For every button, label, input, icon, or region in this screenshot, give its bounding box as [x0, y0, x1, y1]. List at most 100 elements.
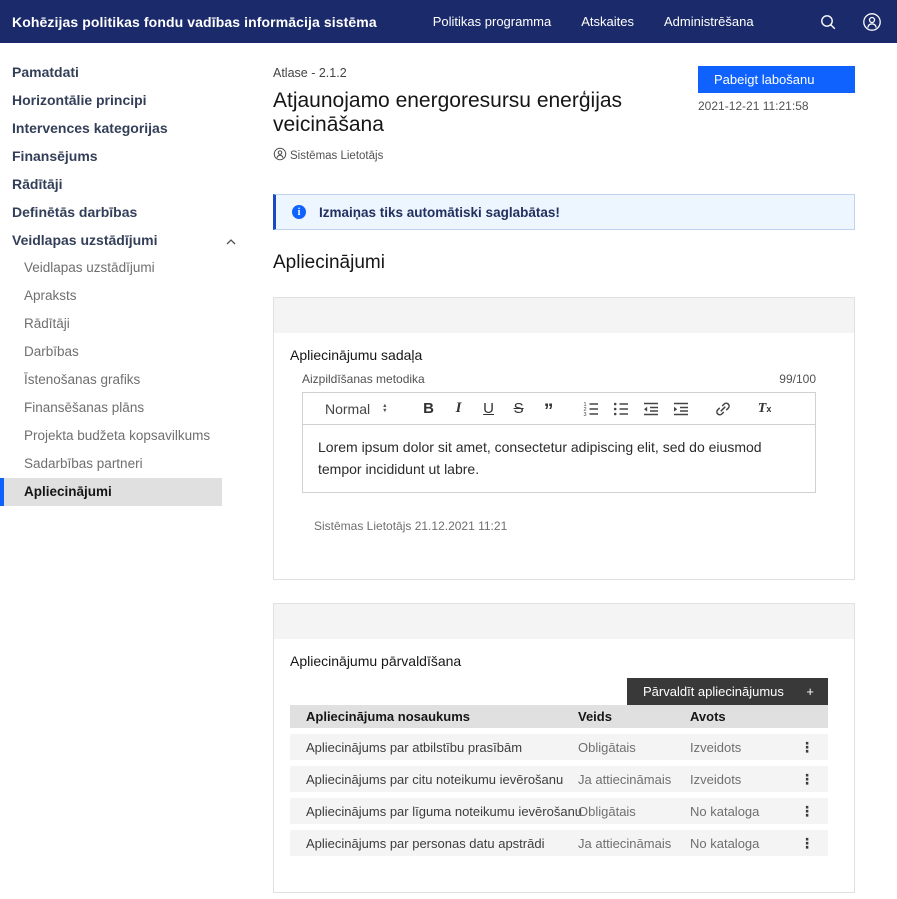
sidebar-subitem-darbibas[interactable]: Darbības: [0, 338, 250, 366]
user-small-icon: [273, 147, 287, 164]
sidebar-subitem-raditaji[interactable]: Rādītāji: [0, 310, 250, 338]
statements-table-zone: Pārvaldīt apliecinājumus + Apliecinājuma…: [290, 678, 828, 856]
sidebar-item-raditaji[interactable]: Rādītāji: [0, 170, 250, 198]
row-kebab-menu-icon[interactable]: ⋮: [800, 835, 814, 851]
column-header-avots: Avots: [682, 709, 786, 724]
menu-atskaites[interactable]: Atskaites: [581, 14, 634, 29]
top-navbar: Kohēzijas politikas fondu vadības inform…: [0, 0, 897, 43]
manage-button-row: Pārvaldīt apliecinājumus +: [290, 678, 828, 705]
sidebar-subitem-apraksts[interactable]: Apraksts: [0, 282, 250, 310]
sidebar-subitem-apliecinajumi[interactable]: Apliecinājumi: [0, 478, 222, 506]
field-label: Aizpildīšanas metodika: [302, 372, 425, 386]
column-header-name: Apliecinājuma nosaukums: [290, 709, 570, 724]
cell-avots: No kataloga: [682, 804, 786, 819]
column-header-veids: Veids: [570, 709, 682, 724]
bold-icon[interactable]: B: [418, 400, 440, 417]
manage-button-label: Pārvaldīt apliecinājumus: [643, 684, 784, 699]
menu-administresana[interactable]: Administrēšana: [664, 14, 754, 29]
sidebar-subitem-sadarbibas-partneri[interactable]: Sadarbības partneri: [0, 450, 250, 478]
strikethrough-icon[interactable]: S: [508, 400, 530, 417]
finish-editing-button[interactable]: Pabeigt labošanu: [698, 66, 855, 93]
cell-veids: Obligātais: [570, 740, 682, 755]
sidebar-item-label: Veidlapas uzstādījumi: [12, 233, 158, 247]
breadcrumb: Atlase - 2.1.2: [273, 66, 698, 80]
editor-toolbar: Normal ▲▼ B I U S ” 123: [303, 393, 815, 425]
sidebar: Pamatdati Horizontālie principi Interven…: [0, 43, 250, 893]
main-content: Atlase - 2.1.2 Atjaunojamo energoresursu…: [250, 43, 897, 893]
char-counter: 99/100: [779, 372, 816, 386]
blockquote-icon[interactable]: ”: [538, 394, 560, 423]
navbar-icons: [819, 12, 882, 32]
select-arrows-icon: ▲▼: [382, 404, 387, 414]
outdent-icon[interactable]: [640, 400, 662, 418]
manage-statements-button[interactable]: Pārvaldīt apliecinājumus +: [627, 678, 828, 705]
info-alert: i Izmaiņas tiks automātiski saglabātas!: [273, 194, 855, 230]
table-row: Apliecinājums par atbilstību prasībām Ob…: [290, 734, 828, 760]
sidebar-item-label: Finansējums: [12, 149, 98, 163]
rich-text-editor: Normal ▲▼ B I U S ” 123: [302, 392, 816, 493]
sidebar-item-finansejums[interactable]: Finansējums: [0, 142, 250, 170]
cell-veids: Ja attiecināmais: [570, 836, 682, 851]
sidebar-item-horizontalie-principi[interactable]: Horizontālie principi: [0, 86, 250, 114]
section-title: Apliecinājumi: [273, 252, 855, 274]
plus-icon: +: [806, 684, 814, 699]
info-icon: i: [292, 205, 306, 219]
sidebar-item-pamatdati[interactable]: Pamatdati: [0, 58, 250, 86]
user-icon[interactable]: [862, 12, 882, 32]
management-section-label: Apliecinājumu pārvaldīšana: [290, 653, 838, 669]
bullet-list-icon[interactable]: [610, 400, 632, 418]
sidebar-item-intervences-kategorijas[interactable]: Intervences kategorijas: [0, 114, 250, 142]
table-row: Apliecinājums par citu noteikumu ievēroš…: [290, 766, 828, 792]
main-menu: Politikas programma Atskaites Administrē…: [433, 14, 754, 29]
sidebar-item-definetas-darbibas[interactable]: Definētās darbības: [0, 198, 250, 226]
field-header: Aizpildīšanas metodika 99/100: [302, 372, 816, 386]
cell-name: Apliecinājums par personas datu apstrādi: [290, 836, 570, 851]
statement-section-label: Apliecinājumu sadaļa: [290, 347, 838, 363]
sidebar-item-veidlapas-uzstadijumi[interactable]: Veidlapas uzstādījumi: [0, 226, 250, 254]
card-body: Apliecinājumu sadaļa Aizpildīšanas metod…: [274, 333, 854, 579]
sidebar-subitem-veidlapas-uzstadijumi[interactable]: Veidlapas uzstādījumi: [0, 254, 250, 282]
row-kebab-menu-icon[interactable]: ⋮: [800, 803, 814, 819]
chevron-up-icon: [226, 233, 236, 247]
table-row: Apliecinājums par personas datu apstrādi…: [290, 830, 828, 856]
row-kebab-menu-icon[interactable]: ⋮: [800, 771, 814, 787]
search-icon[interactable]: [819, 13, 837, 31]
format-select[interactable]: Normal ▲▼: [325, 401, 388, 417]
sidebar-item-label: Definētās darbības: [12, 205, 137, 219]
card-header-band: [274, 298, 854, 333]
table-row: Apliecinājums par līguma noteikumu ievēr…: [290, 798, 828, 824]
cell-name: Apliecinājums par līguma noteikumu ievēr…: [290, 804, 570, 819]
link-icon[interactable]: [712, 400, 734, 418]
page-header-right: Pabeigt labošanu 2021-12-21 11:21:58: [698, 66, 855, 164]
cell-avots: No kataloga: [682, 836, 786, 851]
author-line: Sistēmas Lietotājs: [273, 147, 698, 164]
app-title: Kohēzijas politikas fondu vadības inform…: [12, 14, 377, 30]
italic-icon[interactable]: I: [448, 400, 470, 417]
page-title: Atjaunojamo energoresursu enerģijas veic…: [273, 89, 698, 137]
management-section-card: Apliecinājumu pārvaldīšana Pārvaldīt apl…: [273, 603, 855, 893]
last-saved-timestamp: 2021-12-21 11:21:58: [698, 99, 855, 113]
methodology-field: Aizpildīšanas metodika 99/100 Normal ▲▼ …: [302, 372, 816, 533]
cell-name: Apliecinājums par atbilstību prasībām: [290, 740, 570, 755]
clear-formatting-icon[interactable]: Tx: [754, 401, 776, 417]
menu-politikas-programma[interactable]: Politikas programma: [433, 14, 552, 29]
indent-icon[interactable]: [670, 400, 692, 418]
sidebar-subitem-finansesanas-plans[interactable]: Finansēšanas plāns: [0, 394, 250, 422]
sidebar-subitem-projekta-budzeta-kopsavilkums[interactable]: Projekta budžeta kopsavilkums: [0, 422, 250, 450]
cell-name: Apliecinājums par citu noteikumu ievēroš…: [290, 772, 570, 787]
cell-avots: Izveidots: [682, 740, 786, 755]
sidebar-item-label: Rādītāji: [12, 177, 63, 191]
page-header: Atlase - 2.1.2 Atjaunojamo energoresursu…: [273, 66, 855, 164]
editor-content[interactable]: Lorem ipsum dolor sit amet, consectetur …: [303, 425, 815, 492]
sidebar-item-label: Pamatdati: [12, 65, 79, 79]
card-body: Apliecinājumu pārvaldīšana Pārvaldīt apl…: [274, 639, 854, 892]
sidebar-subitem-istenosanas-grafiks[interactable]: Īstenošanas grafiks: [0, 366, 250, 394]
ordered-list-icon[interactable]: 123: [580, 400, 602, 418]
sidebar-item-label: Intervences kategorijas: [12, 121, 168, 135]
card-header-band: [274, 604, 854, 639]
author-name: Sistēmas Lietotājs: [290, 150, 383, 162]
alert-message: Izmaiņas tiks automātiski saglabātas!: [319, 205, 560, 220]
format-select-value: Normal: [325, 401, 370, 417]
row-kebab-menu-icon[interactable]: ⋮: [800, 739, 814, 755]
underline-icon[interactable]: U: [478, 400, 500, 417]
